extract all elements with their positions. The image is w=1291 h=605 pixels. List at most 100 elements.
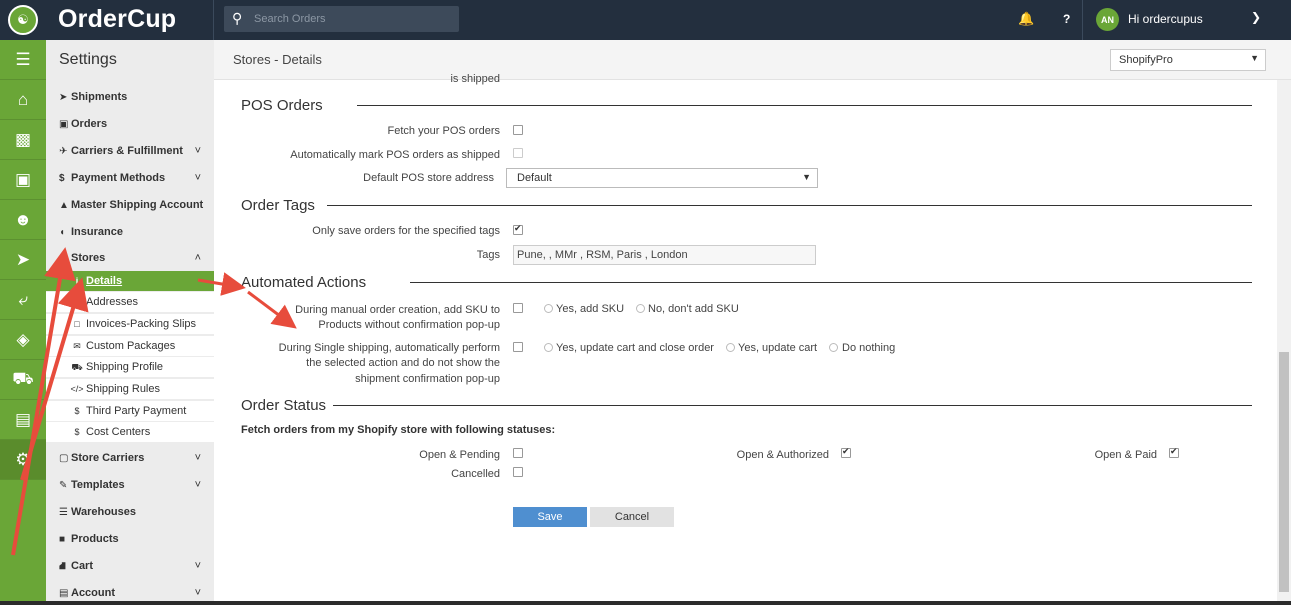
users-icon[interactable]: ☻ (0, 200, 46, 240)
pos-default-value: Default (517, 172, 552, 184)
sidebar-subitem-third-party-payment-icon: $ (74, 406, 80, 416)
search-input[interactable] (254, 9, 454, 29)
sidebar-item-carriers-fulfillment-label: Carriers & Fulfillment (71, 145, 183, 157)
cut-label: is shipped (450, 73, 500, 85)
sidebar-subitem-third-party-payment-label: Third Party Payment (86, 405, 187, 417)
pos-default-label: Default POS store address (363, 172, 494, 184)
sidebar-item-templates-label: Templates (71, 479, 125, 491)
single-opt2-radio[interactable] (726, 343, 735, 352)
open-paid-label: Open & Paid (1094, 449, 1157, 461)
pos-auto-label: Automatically mark POS orders as shipped (290, 149, 500, 161)
sidebar-subitem-shipping-rules[interactable]: </> Shipping Rules (46, 379, 214, 399)
rocket-icon[interactable]: ➤ (0, 240, 46, 280)
sidebar-subitem-shipping-rules-icon: </> (70, 384, 84, 394)
home-icon[interactable]: ⌂ (0, 80, 46, 120)
tags-only-label: Only save orders for the specified tags (312, 225, 500, 237)
search-box[interactable]: ⚲ (224, 6, 459, 32)
sidebar-item-shipments[interactable]: ➤ Shipments (46, 86, 214, 108)
pos-default-select[interactable]: Default ▼ (506, 168, 818, 188)
sidebar-subitem-shipping-profile-label: Shipping Profile (86, 361, 164, 373)
menu-icon[interactable]: ☰ (0, 40, 46, 80)
gear-icon[interactable]: ⚙ (0, 440, 46, 480)
sidebar-item-payment-methods[interactable]: $ Payment Methods ˅ (46, 167, 214, 189)
sidebar-item-products-label: Products (71, 533, 119, 545)
cancelled-checkbox[interactable] (513, 467, 523, 477)
open-authorized-checkbox[interactable] (841, 446, 851, 458)
sidebar-item-insurance[interactable]: ◖ Insurance (46, 221, 214, 243)
manual-yes-radio[interactable] (544, 304, 553, 313)
tag-icon[interactable]: ◈ (0, 320, 46, 360)
sidebar-subitem-invoices-packing-slips[interactable]: □ Invoices-Packing Slips (46, 314, 214, 334)
icon-sidebar: ☰ ⌂ ▩ ▣ ☻ ➤ ⤶ ◈ ⛟ ▤ ⚙ (0, 40, 46, 605)
user-greeting[interactable]: Hi ordercupus (1128, 12, 1203, 26)
truck-icon[interactable]: ⛟ (0, 360, 46, 400)
pos-fetch-checkbox[interactable] (513, 125, 523, 135)
sidebar-item-master-shipping-account-label: Master Shipping Account (71, 199, 204, 211)
avatar[interactable]: AN (1096, 8, 1119, 31)
manual-no-label: No, don't add SKU (648, 303, 739, 315)
scrollbar-thumb[interactable] (1279, 352, 1289, 592)
save-button[interactable]: Save (513, 507, 587, 527)
single-checkbox[interactable] (513, 342, 523, 352)
sidebar-subitem-invoices-packing-slips-icon: □ (74, 319, 80, 329)
pos-fetch-label: Fetch your POS orders (387, 125, 501, 137)
chevron-down-icon[interactable]: ❯ (1251, 10, 1261, 24)
money-icon[interactable]: ▩ (0, 120, 46, 160)
sidebar-subitem-addresses-label: Addresses (86, 296, 138, 308)
archive-icon[interactable]: ▣ (0, 160, 46, 200)
logo-cup-icon: ☯ (8, 5, 38, 35)
pos-auto-checkbox[interactable] (513, 148, 523, 158)
tags-input[interactable]: Pune, , MMr , RSM, Paris , London (513, 245, 816, 265)
sidebar-subitem-custom-packages[interactable]: ✉ Custom Packages (46, 336, 214, 356)
single-opt1-radio[interactable] (544, 343, 553, 352)
open-pending-checkbox[interactable] (513, 448, 523, 458)
sidebar-item-cart[interactable]: ⛘ Cart ˅ (46, 555, 214, 577)
open-paid-checkbox[interactable] (1169, 446, 1179, 458)
tags-only-checkbox[interactable] (513, 223, 523, 235)
sidebar-item-carriers-fulfillment[interactable]: ✈ Carriers & Fulfillment ˅ (46, 140, 214, 162)
divider (410, 282, 1252, 283)
sidebar-item-stores[interactable]: ⌂ Stores ˄ (46, 247, 214, 269)
auto-section-title: Automated Actions (241, 274, 367, 291)
sidebar-subitem-addresses-icon: ◆ (73, 297, 81, 307)
store-select[interactable]: ShopifyPro ▼ (1110, 49, 1266, 71)
sidebar-item-store-carriers-icon: ▢ (59, 453, 69, 464)
single-label-1: During Single shipping, automatically pe… (278, 342, 500, 354)
bell-icon[interactable]: 🔔 (1018, 11, 1034, 27)
manual-no-radio[interactable] (636, 304, 645, 313)
sidebar-subitem-addresses[interactable]: ◆ Addresses (46, 292, 214, 312)
sidebar-item-master-shipping-account[interactable]: ▲ Master Shipping Account (46, 194, 214, 216)
sidebar-subitem-third-party-payment[interactable]: $ Third Party Payment (46, 401, 214, 421)
sidebar-item-store-carriers[interactable]: ▢ Store Carriers ˅ (46, 447, 214, 469)
sidebar-subitem-shipping-profile-icon: ⛟ (71, 362, 83, 372)
sidebar-item-stores-icon: ⌂ (59, 253, 66, 264)
sidebar-item-templates[interactable]: ✎ Templates ˅ (46, 474, 214, 496)
logo-area[interactable]: ☯ OrderCup (0, 0, 214, 40)
manual-checkbox[interactable] (513, 303, 523, 313)
caret-down-icon: ▼ (802, 172, 811, 182)
sidebar-item-products[interactable]: ■ Products (46, 528, 214, 550)
help-icon[interactable]: ? (1063, 12, 1070, 26)
sidebar-item-warehouses[interactable]: ☰ Warehouses (46, 501, 214, 523)
sidebar-item-warehouses-icon: ☰ (59, 507, 68, 518)
chevron-icon: ˅ (194, 452, 201, 464)
cancel-button[interactable]: Cancel (590, 507, 674, 527)
chart-icon[interactable]: ▤ (0, 400, 46, 440)
pos-section-title: POS Orders (241, 97, 323, 114)
sidebar-subitem-details[interactable]: i Details (46, 271, 214, 291)
sidebar-subitem-shipping-profile[interactable]: ⛟ Shipping Profile (46, 357, 214, 377)
single-opt3-radio[interactable] (829, 343, 838, 352)
sidebar-item-orders-icon: ▣ (59, 119, 69, 130)
reply-icon[interactable]: ⤶ (0, 280, 46, 320)
sidebar-item-orders[interactable]: ▣ Orders (46, 113, 214, 135)
settings-title: Settings (59, 51, 117, 68)
status-fetch-label: Fetch orders from my Shopify store with … (241, 424, 556, 436)
sidebar-item-insurance-label: Insurance (71, 226, 123, 238)
sidebar-subitem-cost-centers[interactable]: $ Cost Centers (46, 422, 214, 442)
divider (1082, 0, 1083, 40)
divider (333, 405, 1252, 406)
sidebar-item-carriers-fulfillment-icon: ✈ (59, 146, 68, 157)
sidebar-subitem-custom-packages-label: Custom Packages (86, 340, 176, 352)
tags-section-title: Order Tags (241, 197, 315, 214)
sidebar-subitem-invoices-packing-slips-label: Invoices-Packing Slips (86, 318, 197, 330)
